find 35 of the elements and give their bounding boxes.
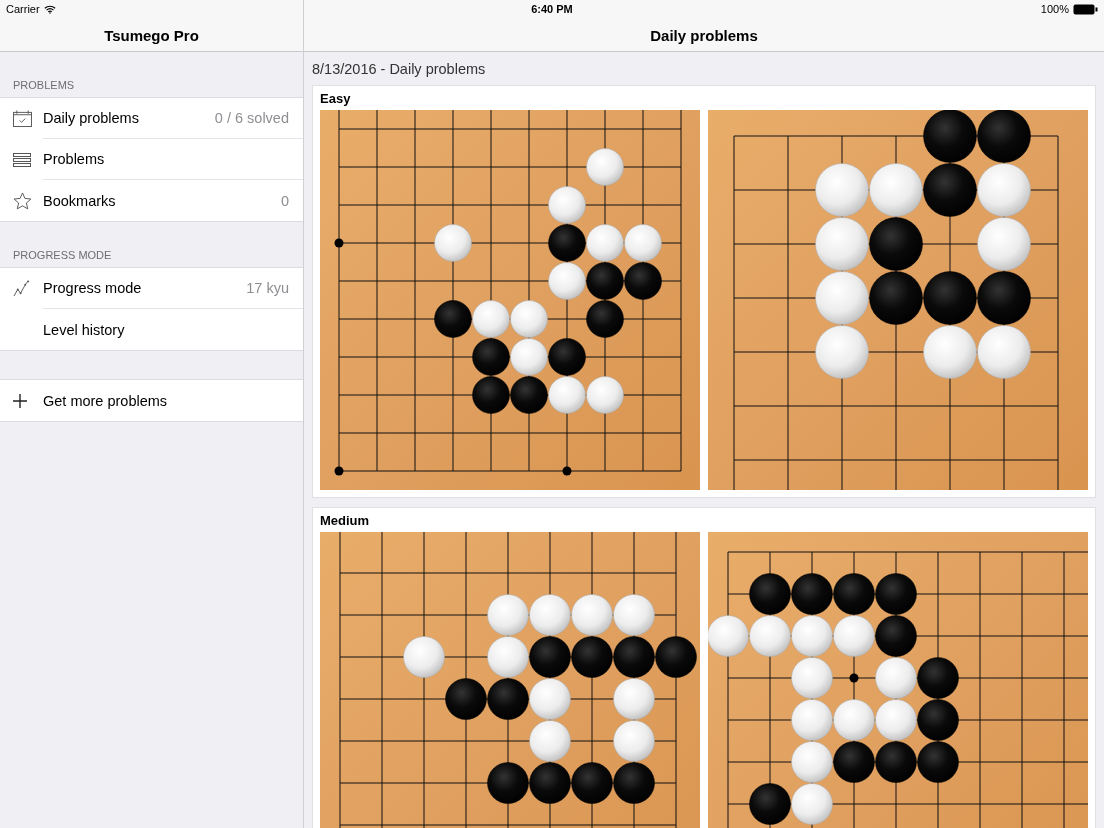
- section-header: PROBLEMS: [12, 78, 76, 93]
- page-title: Daily problems: [650, 27, 758, 44]
- difficulty-title: Medium: [320, 513, 371, 528]
- go-board-drawing[interactable]: [320, 532, 700, 828]
- go-board-drawing[interactable]: [708, 532, 1088, 828]
- calendar-icon: [13, 110, 32, 127]
- go-board-drawing[interactable]: [708, 110, 1088, 490]
- item-label: Level history: [43, 321, 125, 338]
- sidebar-item[interactable]: Daily problems 0 / 6 solved: [0, 98, 303, 139]
- battery-icon: [1073, 3, 1098, 15]
- wifi-icon: [43, 4, 56, 14]
- item-detail: 0 / 6 solved: [214, 110, 289, 126]
- item-label: Daily problems: [43, 110, 139, 126]
- go-board-drawing[interactable]: [320, 110, 700, 490]
- line-graph-icon: [13, 280, 30, 297]
- list-icon: [13, 152, 31, 167]
- sidebar-item[interactable]: Level history: [0, 309, 303, 350]
- clock-time: 6:40 PM: [530, 3, 574, 15]
- item-detail: 17 kyu: [246, 280, 289, 296]
- sidebar-item[interactable]: Progress mode 17 kyu: [0, 268, 303, 309]
- item-label: Problems: [43, 151, 105, 167]
- get-more-problems-button[interactable]: Get more problems: [0, 380, 303, 421]
- plus-icon: [13, 393, 27, 408]
- difficulty-title: Easy: [320, 91, 352, 106]
- battery-percentage: 100%: [1040, 3, 1069, 15]
- item-detail: 0: [280, 192, 289, 209]
- section-header: PROGRESS MODE: [12, 248, 113, 263]
- item-label: Bookmarks: [43, 192, 116, 209]
- sidebar-item[interactable]: Bookmarks 0: [0, 180, 303, 221]
- star-icon: [13, 191, 32, 210]
- item-label: Progress mode: [43, 280, 142, 296]
- sidebar-item[interactable]: Problems: [0, 139, 303, 180]
- carrier-label: Carrier: [6, 3, 40, 15]
- sidebar-title: Tsumego Pro: [104, 27, 199, 44]
- date-heading: 8/13/2016 - Daily problems: [312, 60, 487, 77]
